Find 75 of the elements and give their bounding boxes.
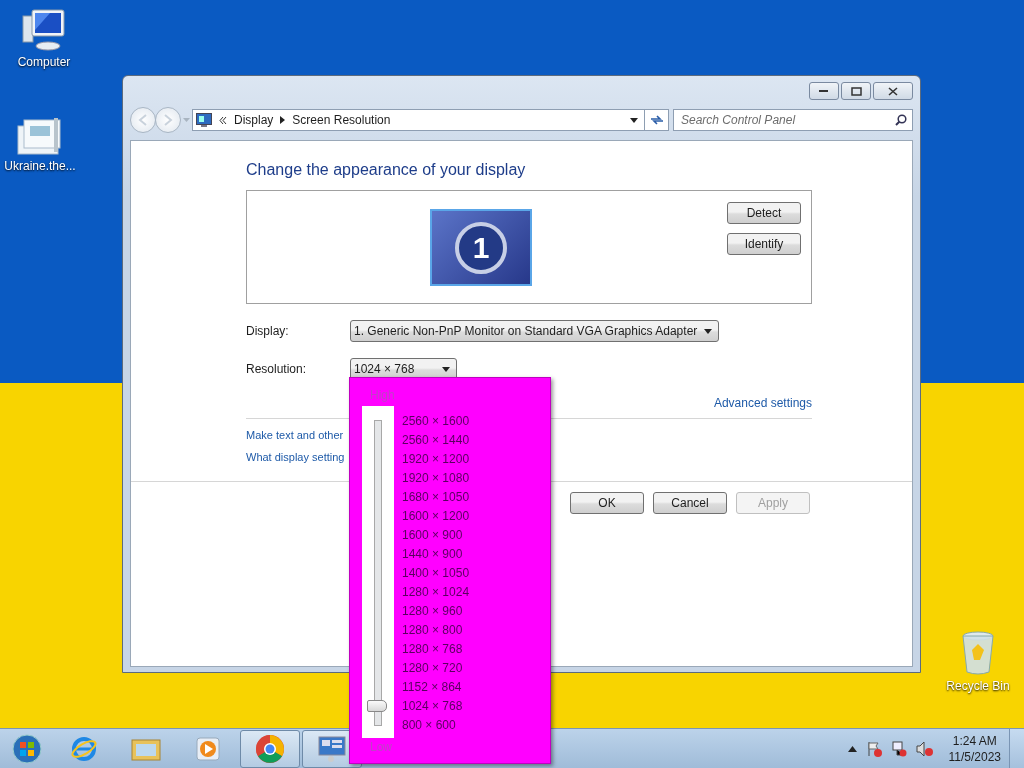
- preview-button[interactable]: Identify: [727, 233, 801, 255]
- globe-e-icon: [70, 735, 98, 763]
- breadcrumb-arrow-icon: [280, 116, 286, 124]
- minimize-button[interactable]: [809, 82, 839, 100]
- dialog-button[interactable]: OK: [570, 492, 644, 514]
- resolution-option[interactable]: 1280 × 960: [402, 602, 470, 621]
- dropdown-arrow-icon: [704, 328, 713, 334]
- monitor-number: 1: [472, 230, 490, 265]
- help-link[interactable]: What display setting: [246, 451, 345, 463]
- resolution-option[interactable]: 2560 × 1600: [402, 412, 470, 431]
- breadcrumb[interactable]: Display: [234, 113, 274, 127]
- resolution-option[interactable]: 1600 × 900: [402, 526, 470, 545]
- chevron-icon: [219, 116, 227, 124]
- resolution-option[interactable]: 1152 × 864: [402, 678, 470, 697]
- muted-speaker-icon[interactable]: [915, 741, 934, 757]
- dialog-button[interactable]: Cancel: [653, 492, 727, 514]
- zip-file-icon[interactable]: [16, 116, 64, 156]
- search-field[interactable]: Search Control Panel: [673, 109, 913, 131]
- resolution-option[interactable]: 1600 × 1200: [402, 507, 470, 526]
- slider-high-label: High: [370, 388, 396, 404]
- resolution-option[interactable]: 1280 × 768: [402, 640, 470, 659]
- display-dropdown[interactable]: 1. Generic Non-PnP Monitor on Standard VGA Graphics Adapter: [350, 320, 720, 342]
- maximize-button[interactable]: [841, 82, 871, 100]
- maximize-icon: [850, 86, 862, 96]
- resolution-dropdown[interactable]: 1024 × 768: [350, 358, 458, 380]
- preview-button[interactable]: Detect: [727, 202, 801, 224]
- refresh-button[interactable]: [645, 109, 669, 131]
- breadcrumb[interactable]: Screen Resolution: [292, 113, 391, 127]
- desktop-icon-label[interactable]: Computer: [17, 55, 71, 69]
- computer-icon[interactable]: [20, 8, 68, 52]
- resolution-option[interactable]: 2560 × 1440: [402, 431, 470, 450]
- help-link[interactable]: Make text and other: [246, 429, 344, 441]
- resolution-option[interactable]: 1024 × 768: [402, 697, 470, 716]
- advanced-settings-link[interactable]: Advanced settings: [713, 396, 812, 410]
- back-button[interactable]: [130, 107, 156, 133]
- resolution-option[interactable]: 800 × 600: [402, 716, 470, 735]
- resolution-option[interactable]: 1400 × 1050: [402, 564, 470, 583]
- forward-button[interactable]: [155, 107, 181, 133]
- resolution-option[interactable]: 1280 × 800: [402, 621, 470, 640]
- resolution-option[interactable]: 1920 × 1080: [402, 469, 470, 488]
- close-icon: [888, 86, 898, 96]
- field-label: Resolution:: [246, 362, 308, 376]
- resolution-option[interactable]: 1680 × 1050: [402, 488, 470, 507]
- network-icon[interactable]: [890, 741, 907, 757]
- folder-icon: [131, 736, 161, 762]
- slider-low-label: Low: [370, 740, 393, 756]
- up-arrow-icon[interactable]: [847, 746, 857, 752]
- show-desktop-button[interactable]: [1009, 729, 1024, 768]
- resolution-option[interactable]: 1280 × 1024: [402, 583, 470, 602]
- monitor-icon: [317, 735, 347, 763]
- search-icon: [895, 114, 907, 126]
- resolution-option[interactable]: 1280 × 720: [402, 659, 470, 678]
- field-label: Display:: [246, 324, 290, 338]
- chrome-icon: [255, 734, 285, 764]
- address-bar[interactable]: Display Screen Resolution: [192, 109, 645, 131]
- clock-date: 11/5/2023: [948, 749, 1001, 765]
- dropdown-arrow-icon[interactable]: [630, 117, 638, 123]
- slider-thumb[interactable]: [367, 700, 387, 712]
- flag-icon[interactable]: [865, 741, 882, 757]
- play-icon: [195, 736, 221, 762]
- refresh-icon: [649, 114, 664, 126]
- monitor-icon: [196, 113, 212, 127]
- resolution-option[interactable]: 1920 × 1200: [402, 450, 470, 469]
- clock-time: 1:24 AM: [952, 733, 997, 749]
- resolution-slider[interactable]: [362, 406, 394, 738]
- taskbar-button[interactable]: [240, 730, 300, 768]
- clock[interactable]: 1:24 AM 11/5/2023: [948, 733, 1001, 765]
- resolution-option[interactable]: 1440 × 900: [402, 545, 470, 564]
- close-button[interactable]: [873, 82, 913, 100]
- desktop-icon-label[interactable]: Ukraine.the...: [4, 159, 76, 173]
- recycle-bin-icon[interactable]: [960, 630, 996, 676]
- dropdown-arrow-icon: [442, 366, 451, 372]
- monitor-thumbnail[interactable]: 1: [430, 209, 532, 286]
- minimize-icon: [819, 89, 829, 93]
- page-heading: Change the appearance of your display: [246, 161, 527, 179]
